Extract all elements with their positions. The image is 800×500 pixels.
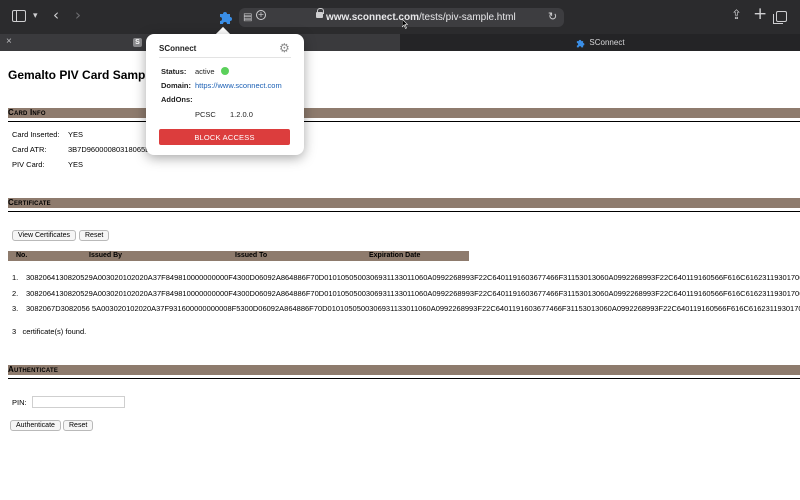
tab-sconnect[interactable]: SConnect — [400, 34, 800, 51]
add-circle-icon[interactable]: + — [256, 10, 266, 20]
column-header-expiration-date: Expiration Date — [369, 252, 421, 259]
pin-label: PIN: — [12, 398, 27, 407]
puzzle-extension-icon[interactable] — [217, 9, 233, 25]
share-icon[interactable]: ⇪ — [731, 9, 742, 23]
tab-favicon: S — [133, 38, 142, 47]
domain-label: Domain: — [161, 81, 191, 90]
browser-toolbar: ▾ ‹ › ▤ + www.sconnect.com/tests/piv-sam… — [0, 0, 800, 34]
page-title: Gemalto PIV Card Sample — [8, 68, 156, 82]
tab-bar: × S SConnect — [0, 34, 800, 51]
piv-card-value: YES — [68, 160, 84, 169]
authenticate-reset-button[interactable]: Reset — [63, 420, 94, 431]
addons-label: AddOns: — [161, 95, 193, 104]
column-header-no: No. — [16, 252, 28, 259]
certificate-reset-button[interactable]: Reset — [79, 230, 110, 241]
section-heading-certificate: Certificate — [8, 198, 51, 207]
section-bar-card-info — [8, 108, 800, 118]
column-header-issued-by: Issued By — [89, 252, 123, 259]
table-row: 3. 3082067D3082056 5A003020102020A37F9316… — [12, 304, 800, 313]
addon-name: PCSC — [195, 110, 216, 119]
domain-link[interactable]: https://www.sconnect.com — [195, 81, 282, 90]
close-icon[interactable]: × — [6, 36, 12, 47]
tab-title: SConnect — [589, 38, 625, 47]
back-arrow-icon[interactable]: ‹ — [53, 8, 59, 23]
page-content: Gemalto PIV Card Sample Card Info Card I… — [0, 51, 800, 451]
card-atr-value: 3B7D96000080318065B — [68, 145, 151, 154]
divider — [8, 211, 800, 212]
status-indicator-icon — [221, 67, 229, 75]
url-text[interactable]: www.sconnect.com/tests/piv-sample.html — [326, 12, 516, 23]
mouse-cursor-icon — [402, 19, 408, 29]
lock-icon — [316, 8, 324, 18]
piv-card-label: PIV Card: — [12, 160, 45, 169]
puzzle-icon — [577, 39, 585, 47]
sconnect-popup: SConnect ⚙ Status: active Domain: https:… — [146, 34, 304, 155]
column-header-issued-to: Issued To — [235, 252, 268, 259]
card-inserted-value: YES — [68, 130, 84, 139]
divider — [159, 57, 291, 58]
section-bar-authenticate — [8, 365, 800, 375]
status-label: Status: — [161, 67, 187, 76]
reload-icon[interactable]: ↻ — [548, 10, 557, 24]
table-row: 2. 3082064130820529A003020102020A37F84981… — [12, 289, 800, 298]
forward-arrow-icon[interactable]: › — [75, 8, 81, 23]
divider — [8, 378, 800, 379]
authenticate-button[interactable]: Authenticate — [10, 420, 61, 431]
status-value: active — [195, 67, 215, 76]
popup-title: SConnect — [159, 44, 197, 53]
certificates-found-text: 3 certificate(s) found. — [12, 327, 87, 336]
view-certificates-button[interactable]: View Certificates — [12, 230, 77, 241]
section-heading-authenticate: Authenticate — [8, 365, 59, 374]
pin-input[interactable] — [32, 396, 125, 408]
section-heading-card-info: Card Info — [8, 108, 46, 117]
tab-overview-icon[interactable] — [773, 11, 787, 24]
table-row: 1. 3082064130820529A003020102020A37F84981… — [12, 273, 800, 282]
new-tab-plus-icon[interactable]: + — [753, 6, 767, 23]
block-access-button[interactable]: BLOCK ACCESS — [159, 129, 290, 145]
section-bar-certificate — [8, 198, 800, 208]
gear-icon[interactable]: ⚙ — [279, 42, 290, 54]
chevron-down-icon[interactable]: ▾ — [33, 9, 38, 23]
card-atr-label: Card ATR: — [12, 145, 47, 154]
sidebar-toggle-icon[interactable] — [12, 10, 26, 22]
page-menu-icon[interactable]: ▤ — [243, 11, 252, 25]
addon-version: 1.2.0.0 — [230, 110, 253, 119]
divider — [8, 121, 800, 122]
certificate-table-header: No. Issued By Issued To Expiration Date — [8, 251, 469, 261]
card-inserted-label: Card Inserted: — [12, 130, 60, 139]
